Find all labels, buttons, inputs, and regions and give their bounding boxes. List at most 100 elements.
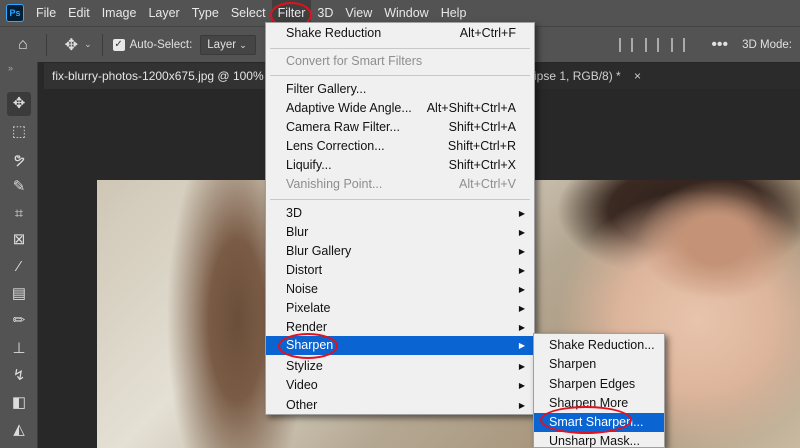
menu-item-stylize[interactable]: Stylize ▶ <box>266 357 534 376</box>
submenu-item-sharpen-edges[interactable]: Sharpen Edges <box>534 375 664 394</box>
menu-item-label: Shake Reduction <box>286 26 382 40</box>
submenu-arrow-icon: ▶ <box>518 341 525 350</box>
menu-item-label: Blur <box>286 225 309 239</box>
menu-item-shortcut: Alt+Ctrl+F <box>459 26 516 40</box>
menu-item-shake-reduction[interactable]: Shake Reduction Alt+Ctrl+F <box>266 24 534 43</box>
quick-selection-tool-icon[interactable]: ✎ <box>7 175 31 199</box>
align-right-icon[interactable] <box>671 37 686 52</box>
menu-item-label: Camera Raw Filter... <box>286 120 400 134</box>
menu-item-shortcut: Alt+Shift+Ctrl+A <box>426 101 516 115</box>
menu-item-other[interactable]: Other ▶ <box>266 396 534 415</box>
chevron-down-icon[interactable]: ⌄ <box>84 39 92 50</box>
align-center-icon[interactable] <box>645 37 660 52</box>
menu-item-convert-smart-filters: Convert for Smart Filters <box>266 52 534 71</box>
autoselect-target-value: Layer <box>207 38 237 51</box>
sharpen-annotation-circle <box>278 333 338 359</box>
menu-item-label: Sharpen <box>549 357 597 371</box>
menu-item-distort[interactable]: Distort ▶ <box>266 261 534 280</box>
submenu-arrow-icon: ▶ <box>518 304 525 313</box>
menu-item-lens-correction[interactable]: Lens Correction... Shift+Ctrl+R <box>266 137 534 156</box>
smart-sharpen-annotation-circle <box>540 406 632 434</box>
autoselect-target-dropdown[interactable]: Layer ⌄ <box>200 34 257 55</box>
menu-item-noise[interactable]: Noise ▶ <box>266 280 534 299</box>
menu-edit[interactable]: Edit <box>62 0 96 26</box>
eraser-tool-icon[interactable]: ◧ <box>7 391 31 415</box>
menu-item-label: Video <box>286 378 318 392</box>
menu-item-shortcut: Shift+Ctrl+R <box>447 139 516 153</box>
submenu-arrow-icon: ▶ <box>518 381 525 390</box>
menu-image[interactable]: Image <box>96 0 143 26</box>
submenu-item-shake-reduction[interactable]: Shake Reduction... <box>534 336 664 355</box>
submenu-arrow-icon: ▶ <box>518 209 525 218</box>
menu-item-label: 3D <box>286 206 302 220</box>
menu-item-label: Sharpen Edges <box>549 377 636 391</box>
menu-item-blur[interactable]: Blur ▶ <box>266 223 534 242</box>
submenu-arrow-icon: ▶ <box>518 228 525 237</box>
paint-bucket-tool-icon[interactable]: ◭ <box>7 418 31 442</box>
menu-item-blur-gallery[interactable]: Blur Gallery ▶ <box>266 242 534 261</box>
home-icon[interactable]: ⌂ <box>18 36 28 54</box>
menu-item-camera-raw-filter[interactable]: Camera Raw Filter... Shift+Ctrl+A <box>266 118 534 137</box>
tools-panel: » ✥ ⬚ ຯ ✎ ⌗ ⊠ ⁄ ▤ ✏ ⊥ ↯ ◧ ◭ <box>0 62 38 448</box>
menu-item-label: Adaptive Wide Angle... <box>286 101 412 115</box>
menu-divider <box>270 75 530 76</box>
menu-item-adaptive-wide-angle[interactable]: Adaptive Wide Angle... Alt+Shift+Ctrl+A <box>266 99 534 118</box>
photoshop-logo-icon: Ps <box>6 4 24 22</box>
autoselect-checkbox[interactable]: ✓ <box>112 38 125 51</box>
submenu-item-unsharp-mask[interactable]: Unsharp Mask... <box>534 432 664 448</box>
submenu-arrow-icon: ▶ <box>518 401 525 410</box>
move-tool-icon[interactable]: ✥ <box>7 92 31 116</box>
document-tab-active[interactable]: fix-blurry-photos-1200x675.jpg @ 100% <box>44 63 266 89</box>
submenu-arrow-icon: ▶ <box>518 266 525 275</box>
menu-item-vanishing-point: Vanishing Point... Alt+Ctrl+V <box>266 175 534 194</box>
submenu-item-sharpen[interactable]: Sharpen <box>534 355 664 374</box>
menu-item-video[interactable]: Video ▶ <box>266 376 534 395</box>
menu-item-shortcut: Shift+Ctrl+X <box>448 158 516 172</box>
menu-item-label: Convert for Smart Filters <box>286 54 423 68</box>
move-tool-preset-icon[interactable]: ✥ <box>65 35 78 55</box>
brush-tool-icon[interactable]: ✏ <box>7 309 31 333</box>
close-tab-icon[interactable]: × <box>634 69 641 83</box>
submenu-arrow-icon: ▶ <box>518 247 525 256</box>
menu-item-3d[interactable]: 3D ▶ <box>266 204 534 223</box>
crop-tool-icon[interactable]: ⌗ <box>7 202 31 226</box>
healing-brush-tool-icon[interactable]: ▤ <box>7 282 31 306</box>
clone-stamp-tool-icon[interactable]: ⊥ <box>7 337 31 361</box>
submenu-arrow-icon: ▶ <box>518 362 525 371</box>
menu-item-shortcut: Shift+Ctrl+A <box>448 120 516 134</box>
menu-layer[interactable]: Layer <box>142 0 185 26</box>
3d-mode-label: 3D Mode: <box>742 38 792 51</box>
menu-item-label: Liquify... <box>286 158 332 172</box>
autoselect-label: Auto-Select: <box>129 38 193 51</box>
menu-item-filter-gallery[interactable]: Filter Gallery... <box>266 80 534 99</box>
menu-item-pixelate[interactable]: Pixelate ▶ <box>266 299 534 318</box>
submenu-arrow-icon: ▶ <box>518 323 525 332</box>
expand-panel-icon[interactable]: » <box>8 63 13 73</box>
chevron-down-icon: ⌄ <box>239 39 247 50</box>
menu-item-label: Filter Gallery... <box>286 82 367 96</box>
align-left-icon[interactable] <box>619 37 634 52</box>
frame-tool-icon[interactable]: ⊠ <box>7 228 31 252</box>
menu-divider <box>270 199 530 200</box>
menu-item-label: Vanishing Point... <box>286 177 383 191</box>
marquee-tool-icon[interactable]: ⬚ <box>7 120 31 144</box>
lasso-tool-icon[interactable]: ຯ <box>7 148 31 172</box>
menu-type[interactable]: Type <box>186 0 225 26</box>
menu-item-label: Blur Gallery <box>286 244 352 258</box>
options-divider <box>101 33 103 56</box>
document-tab-title: ipse 1, RGB/8) * <box>534 69 621 83</box>
document-tab-title: fix-blurry-photos-1200x675.jpg @ 100% <box>52 69 264 83</box>
options-divider <box>45 33 47 56</box>
history-brush-tool-icon[interactable]: ↯ <box>7 364 31 388</box>
menu-item-shortcut: Alt+Ctrl+V <box>459 177 516 191</box>
menu-item-label: Shake Reduction... <box>549 338 655 352</box>
menu-item-label: Pixelate <box>286 301 331 315</box>
menu-item-liquify[interactable]: Liquify... Shift+Ctrl+X <box>266 156 534 175</box>
submenu-arrow-icon: ▶ <box>518 285 525 294</box>
more-options-icon[interactable]: ••• <box>711 36 728 54</box>
eyedropper-tool-icon[interactable]: ⁄ <box>7 255 31 279</box>
menu-file[interactable]: File <box>30 0 62 26</box>
menu-item-label: Lens Correction... <box>286 139 385 153</box>
document-tab-inactive[interactable]: ipse 1, RGB/8) * × <box>534 63 704 89</box>
menu-item-label: Noise <box>286 282 318 296</box>
